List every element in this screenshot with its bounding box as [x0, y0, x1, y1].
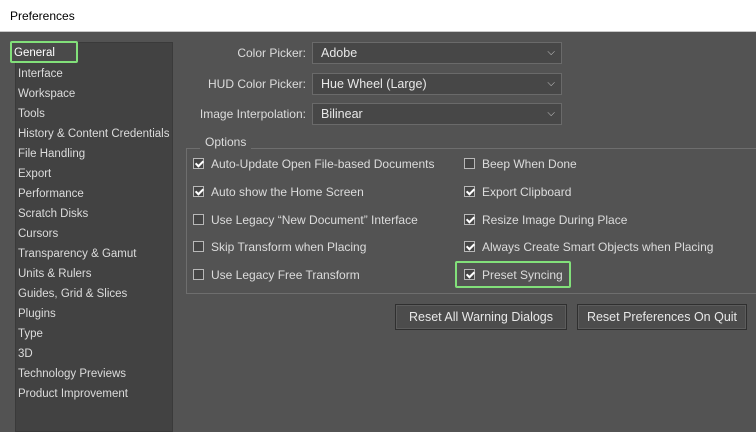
sidebar-item-performance[interactable]: Performance	[18, 185, 84, 203]
sidebar-item-guides-grid[interactable]: Guides, Grid & Slices	[18, 285, 127, 303]
checkbox[interactable]	[464, 158, 475, 169]
sidebar-item-label: General	[14, 47, 55, 59]
options-legend: Options	[200, 135, 252, 149]
hud-color-picker-label: HUD Color Picker:	[207, 77, 306, 91]
option-label: Use Legacy Free Transform	[211, 268, 360, 282]
sidebar-item-product-improvement[interactable]: Product Improvement	[18, 385, 128, 403]
title-bar: Preferences	[0, 0, 756, 32]
sidebar-item-file-handling[interactable]: File Handling	[18, 145, 85, 163]
image-interpolation-dropdown[interactable]: Bilinear ⌵	[312, 103, 562, 125]
option-label: Skip Transform when Placing	[211, 240, 367, 254]
sidebar-item-3d[interactable]: 3D	[18, 345, 33, 363]
sidebar-item-label: History & Content Credentials	[18, 128, 170, 140]
dropdown-value: Hue Wheel (Large)	[321, 77, 427, 91]
preferences-sidebar: General Interface Workspace Tools Histor…	[10, 41, 173, 432]
chevron-down-icon: ⌵	[547, 108, 555, 119]
checkbox[interactable]	[193, 186, 204, 197]
sidebar-item-label: Workspace	[18, 88, 76, 100]
sidebar-item-label: Units & Rulers	[18, 268, 92, 280]
sidebar-item-history[interactable]: History & Content Credentials	[18, 125, 169, 143]
color-picker-label: Color Picker:	[237, 46, 306, 60]
dropdown-value: Bilinear	[321, 107, 363, 121]
sidebar-item-cursors[interactable]: Cursors	[18, 225, 58, 243]
option-label: Auto show the Home Screen	[211, 185, 364, 199]
sidebar-item-scratch-disks[interactable]: Scratch Disks	[18, 205, 88, 223]
option-label: Use Legacy “New Document” Interface	[211, 213, 418, 227]
sidebar-item-interface[interactable]: Interface	[18, 65, 63, 83]
sidebar-item-technology-previews[interactable]: Technology Previews	[18, 365, 126, 383]
sidebar-item-label: Guides, Grid & Slices	[18, 288, 128, 300]
image-interpolation-label: Image Interpolation:	[199, 107, 306, 121]
chevron-down-icon: ⌵	[547, 47, 555, 58]
option-label: Always Create Smart Objects when Placing	[482, 240, 714, 254]
checkbox[interactable]	[464, 214, 475, 225]
sidebar-item-label: File Handling	[18, 148, 86, 160]
dropdown-value: Adobe	[321, 46, 358, 60]
checkbox[interactable]	[193, 241, 204, 252]
option-label: Auto-Update Open File-based Documents	[211, 157, 435, 171]
sidebar-item-tools[interactable]: Tools	[18, 105, 45, 123]
option-label: Beep When Done	[482, 157, 577, 171]
sidebar-item-label: Transparency & Gamut	[18, 248, 137, 260]
sidebar-item-type[interactable]: Type	[18, 325, 43, 343]
sidebar-item-units-rulers[interactable]: Units & Rulers	[18, 265, 92, 283]
option-label: Export Clipboard	[482, 185, 572, 199]
sidebar-item-workspace[interactable]: Workspace	[18, 85, 75, 103]
sidebar-item-label: Performance	[18, 188, 84, 200]
checkbox[interactable]	[464, 241, 475, 252]
sidebar-item-general[interactable]: General	[10, 41, 78, 63]
reset-preferences-button[interactable]: Reset Preferences On Quit	[577, 304, 747, 330]
reset-warning-dialogs-button[interactable]: Reset All Warning Dialogs	[395, 304, 567, 330]
sidebar-item-label: Technology Previews	[18, 368, 127, 380]
sidebar-item-label: Tools	[18, 108, 45, 120]
preset-syncing-highlight	[455, 261, 571, 288]
sidebar-item-export[interactable]: Export	[18, 165, 51, 183]
checkbox[interactable]	[193, 269, 204, 280]
sidebar-item-label: Interface	[18, 68, 63, 80]
sidebar-item-label: Product Improvement	[18, 388, 128, 400]
sidebar-item-transparency[interactable]: Transparency & Gamut	[18, 245, 136, 263]
sidebar-item-plugins[interactable]: Plugins	[18, 305, 56, 323]
checkbox[interactable]	[193, 214, 204, 225]
sidebar-item-label: Plugins	[18, 308, 56, 320]
checkbox[interactable]	[464, 186, 475, 197]
sidebar-item-label: 3D	[18, 348, 33, 360]
sidebar-item-label: Export	[18, 168, 52, 180]
hud-color-picker-dropdown[interactable]: Hue Wheel (Large) ⌵	[312, 73, 562, 95]
checkbox[interactable]	[193, 158, 204, 169]
chevron-down-icon: ⌵	[547, 78, 555, 89]
sidebar-item-label: Scratch Disks	[18, 208, 89, 220]
option-label: Resize Image During Place	[482, 213, 628, 227]
sidebar-item-label: Cursors	[18, 228, 59, 240]
window-title: Preferences	[10, 9, 75, 23]
color-picker-dropdown[interactable]: Adobe ⌵	[312, 42, 562, 64]
sidebar-item-label: Type	[18, 328, 43, 340]
